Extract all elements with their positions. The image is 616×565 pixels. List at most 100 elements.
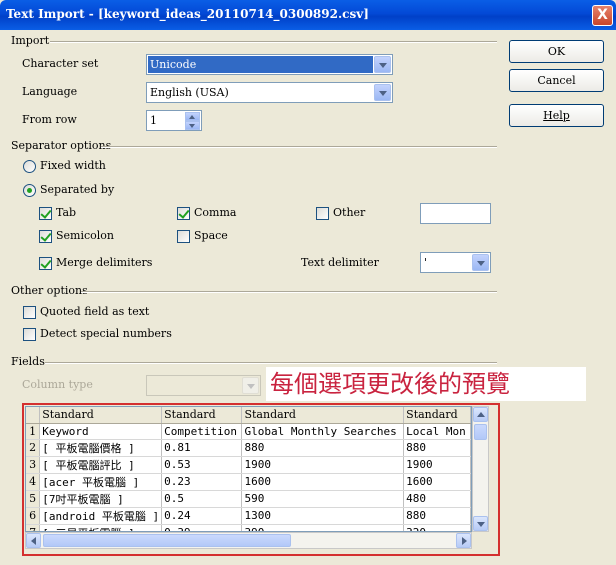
table-cell: 0.81 [161, 439, 243, 457]
table-cell: Competition [161, 423, 243, 440]
chevron-down-icon[interactable] [242, 377, 259, 394]
vertical-scroll-thumb[interactable] [474, 424, 487, 440]
horizontal-scroll-thumb[interactable] [43, 534, 291, 547]
column-header[interactable]: Standard [39, 407, 163, 424]
ok-button[interactable]: OK [509, 40, 604, 63]
fromrow-value: 1 [150, 114, 157, 127]
table-cell: 1600 [241, 473, 405, 491]
other-options-section-title: Other options [11, 284, 88, 297]
column-header[interactable]: Standard [161, 407, 243, 424]
window-title: Text Import - [keyword_ideas_20110714_03… [6, 7, 369, 21]
chevron-down-icon[interactable] [472, 254, 489, 271]
table-cell: 880 [403, 439, 471, 457]
horizontal-scrollbar[interactable] [25, 532, 472, 549]
language-label: Language [22, 85, 78, 98]
row-number-cell: 5 [26, 490, 41, 508]
table-cell: 0.5 [161, 490, 243, 508]
fromrow-label: From row [22, 113, 77, 126]
spin-down-icon[interactable] [185, 121, 200, 130]
table-cell: [ 三星平板電腦 ] [39, 524, 163, 531]
language-value: English (USA) [150, 86, 229, 99]
merge-delimiters-label: Merge delimiters [56, 256, 153, 269]
scroll-right-icon[interactable] [456, 533, 471, 548]
row-number-cell: 2 [26, 439, 41, 457]
language-select[interactable]: English (USA) [146, 82, 393, 103]
detect-numbers-label: Detect special numbers [40, 327, 172, 340]
table-row: 4 [acer 平板電腦 ] 0.23 1600 1600 [26, 473, 471, 491]
fromrow-spinner[interactable]: 1 [146, 110, 202, 131]
corner-cell [26, 407, 41, 424]
comma-checkbox[interactable] [177, 207, 190, 220]
preview-grid[interactable]: Standard Standard Standard Standard 1 Key… [25, 406, 472, 532]
column-type-select[interactable] [146, 375, 261, 396]
fields-section-title: Fields [11, 355, 45, 368]
table-cell: Global Monthly Searches [241, 423, 405, 440]
separated-by-label: Separated by [40, 183, 115, 196]
table-cell: Keyword [39, 423, 163, 440]
row-number-cell: 4 [26, 473, 41, 491]
close-button[interactable]: X [592, 5, 613, 26]
merge-delimiters-checkbox[interactable] [39, 257, 52, 270]
row-number-cell: 3 [26, 456, 41, 474]
other-delimiter-input[interactable] [420, 203, 491, 224]
cancel-button[interactable]: Cancel [509, 69, 604, 92]
comma-label: Comma [194, 206, 237, 219]
text-import-dialog: Text Import - [keyword_ideas_20110714_03… [0, 0, 616, 565]
separator-section-title: Separator options [11, 139, 112, 152]
space-label: Space [194, 229, 228, 242]
column-header[interactable]: Standard [241, 407, 405, 424]
header-row: Standard Standard Standard Standard [26, 407, 471, 424]
chevron-down-icon[interactable] [374, 56, 391, 73]
table-cell: 590 [241, 490, 405, 508]
table-cell: 390 [241, 524, 405, 531]
chevron-down-icon[interactable] [374, 84, 391, 101]
fixed-width-radio[interactable] [23, 160, 36, 173]
detect-numbers-checkbox[interactable] [23, 328, 36, 341]
quoted-field-label: Quoted field as text [40, 305, 150, 318]
quoted-field-checkbox[interactable] [23, 306, 36, 319]
charset-label: Character set [22, 57, 99, 70]
table-cell: 1300 [241, 507, 405, 525]
semicolon-label: Semicolon [56, 229, 115, 242]
table-cell: 320 [403, 524, 471, 531]
vertical-scrollbar[interactable] [472, 406, 489, 532]
text-delimiter-value: ' [424, 256, 428, 269]
other-checkbox[interactable] [316, 207, 329, 220]
import-section-title: Import [11, 34, 50, 47]
table-cell: 1600 [403, 473, 471, 491]
table-cell: 0.24 [161, 507, 243, 525]
scroll-left-icon[interactable] [26, 533, 41, 548]
spin-up-icon[interactable] [185, 112, 200, 121]
tab-checkbox[interactable] [39, 207, 52, 220]
column-type-label: Column type [22, 378, 93, 391]
text-delimiter-select[interactable]: ' [420, 252, 491, 273]
fixed-width-label: Fixed width [40, 159, 106, 172]
space-checkbox[interactable] [177, 230, 190, 243]
table-row: 5 [7吋平板電腦 ] 0.5 590 480 [26, 490, 471, 508]
table-cell: 880 [403, 507, 471, 525]
semicolon-checkbox[interactable] [39, 230, 52, 243]
scroll-down-icon[interactable] [473, 516, 488, 531]
table-cell: [acer 平板電腦 ] [39, 473, 163, 491]
row-number-cell: 6 [26, 507, 41, 525]
table-cell: Local Mon [403, 423, 471, 440]
preview-annotation: 每個選項更改後的預覽 [266, 367, 586, 401]
text-delimiter-label: Text delimiter [301, 256, 379, 269]
column-header[interactable]: Standard [403, 407, 471, 424]
separated-by-radio[interactable] [23, 184, 36, 197]
table-cell: 0.23 [161, 473, 243, 491]
table-cell: 880 [241, 439, 405, 457]
scroll-up-icon[interactable] [473, 407, 488, 422]
table-cell: [android 平板電腦 ] [39, 507, 163, 525]
table-cell: 1900 [241, 456, 405, 474]
table-cell: 0.39 [161, 524, 243, 531]
table-cell: 480 [403, 490, 471, 508]
help-button[interactable]: Help [509, 104, 604, 127]
tab-label: Tab [56, 206, 77, 219]
other-label: Other [333, 206, 366, 219]
table-cell: 0.53 [161, 456, 243, 474]
row-number-cell: 1 [26, 423, 41, 440]
charset-select[interactable]: Unicode [146, 54, 393, 75]
separator-divider [101, 146, 497, 148]
title-bar: Text Import - [keyword_ideas_20110714_03… [0, 0, 616, 30]
